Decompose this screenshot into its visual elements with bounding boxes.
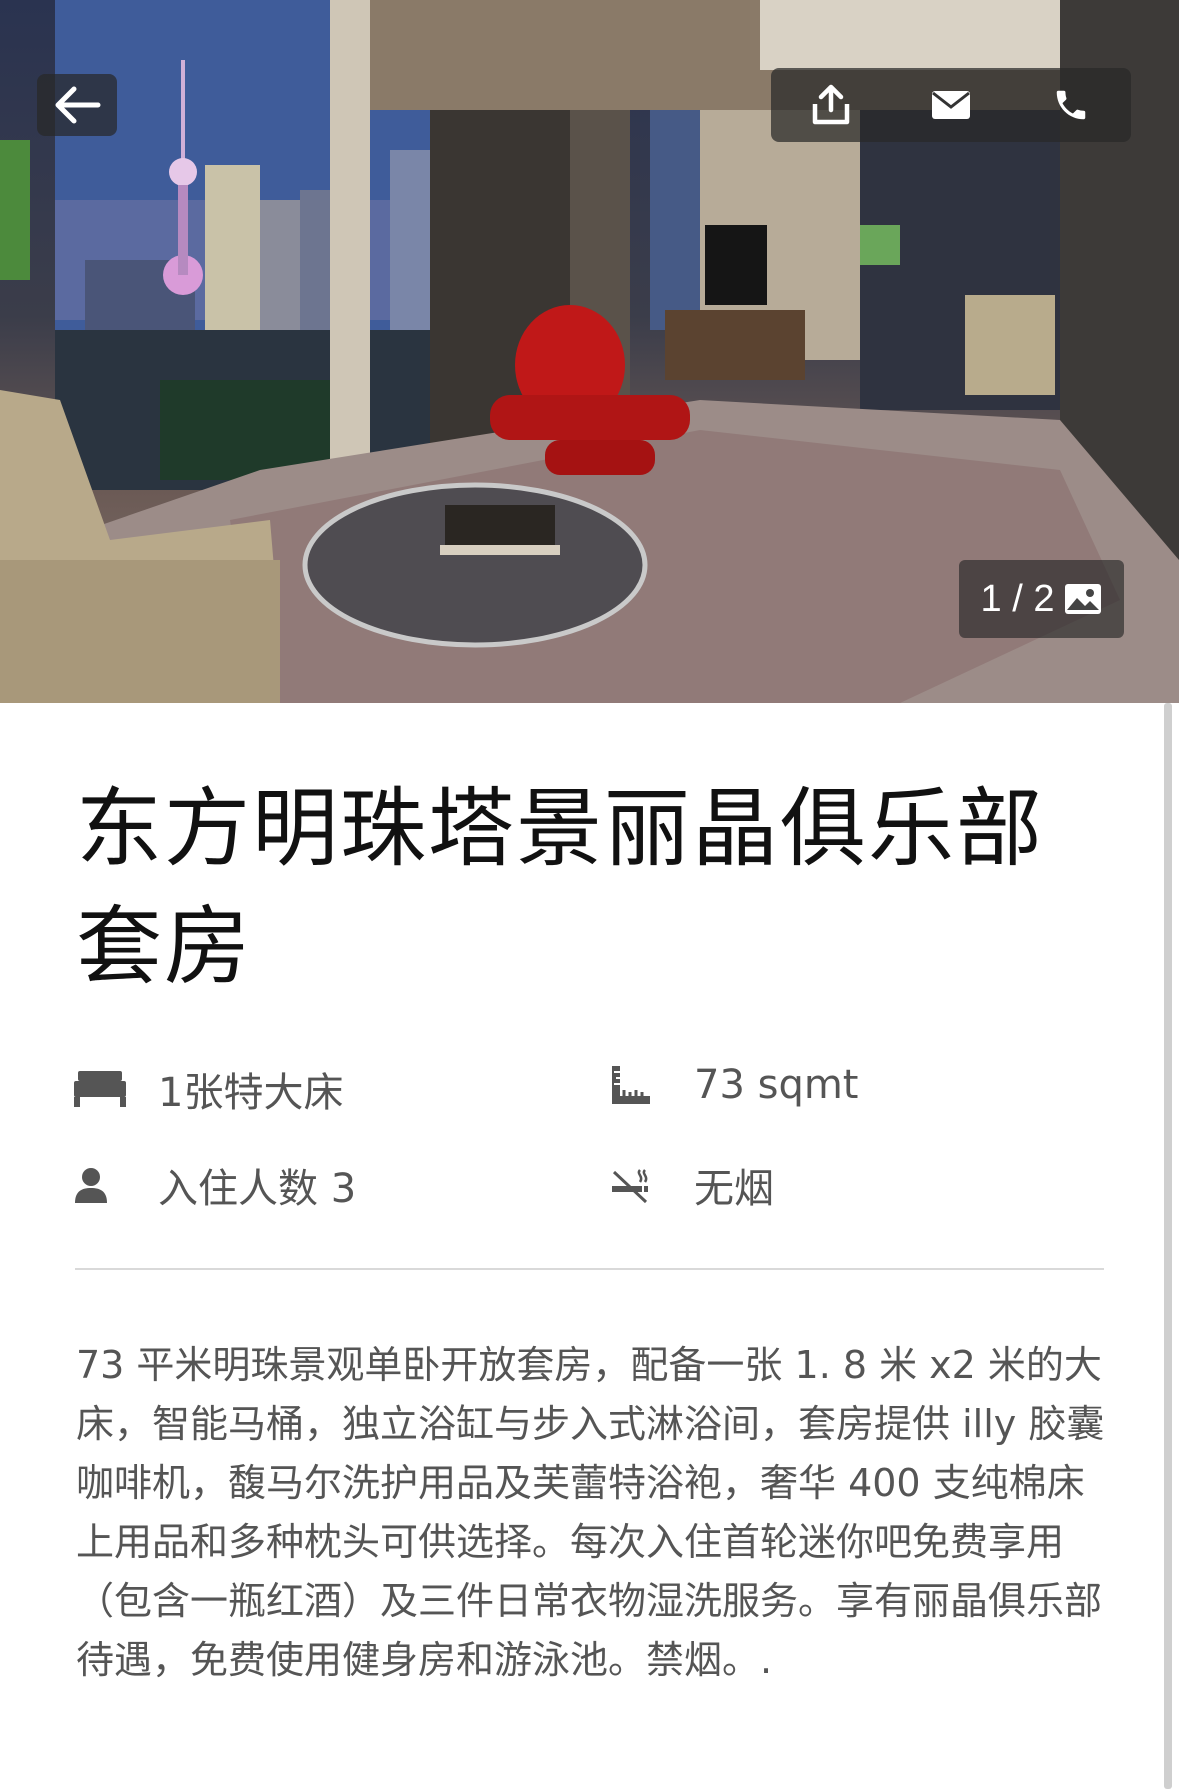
bed-info: 1张特大床	[74, 1060, 343, 1118]
no-smoking-icon	[610, 1160, 670, 1210]
area-info: 73 sqmt	[610, 1060, 859, 1110]
scrollbar[interactable]	[1164, 703, 1172, 1789]
action-toolbar	[771, 68, 1131, 142]
person-icon	[74, 1160, 134, 1210]
section-divider	[75, 1268, 1104, 1270]
photo-counter[interactable]: 1 / 2	[959, 560, 1124, 638]
guests-text: 入住人数 3	[158, 1166, 357, 1212]
bed-icon	[74, 1064, 134, 1114]
mail-icon	[932, 91, 970, 119]
room-photo[interactable]: 1 / 2	[0, 0, 1179, 703]
back-button[interactable]	[37, 74, 117, 136]
area-text: 73 sqmt	[694, 1062, 859, 1108]
arrow-left-icon	[55, 86, 101, 124]
room-description: 73 平米明珠景观单卧开放套房，配备一张 1. 8 米 x2 米的大床，智能马桶…	[76, 1343, 1105, 1682]
photo-counter-text: 1 / 2	[980, 577, 1055, 620]
smoking-text: 无烟	[694, 1166, 774, 1212]
ruler-icon	[610, 1060, 670, 1110]
share-icon	[812, 84, 850, 125]
bed-text: 1张特大床	[158, 1070, 344, 1116]
call-button[interactable]	[1036, 70, 1106, 140]
email-button[interactable]	[916, 70, 986, 140]
image-icon	[1065, 584, 1102, 614]
guests-info: 入住人数 3	[74, 1156, 356, 1214]
phone-icon	[1056, 90, 1086, 120]
smoking-info: 无烟	[610, 1156, 774, 1214]
share-button[interactable]	[796, 70, 866, 140]
room-title: 东方明珠塔景丽晶俱乐部套房	[76, 779, 1044, 997]
